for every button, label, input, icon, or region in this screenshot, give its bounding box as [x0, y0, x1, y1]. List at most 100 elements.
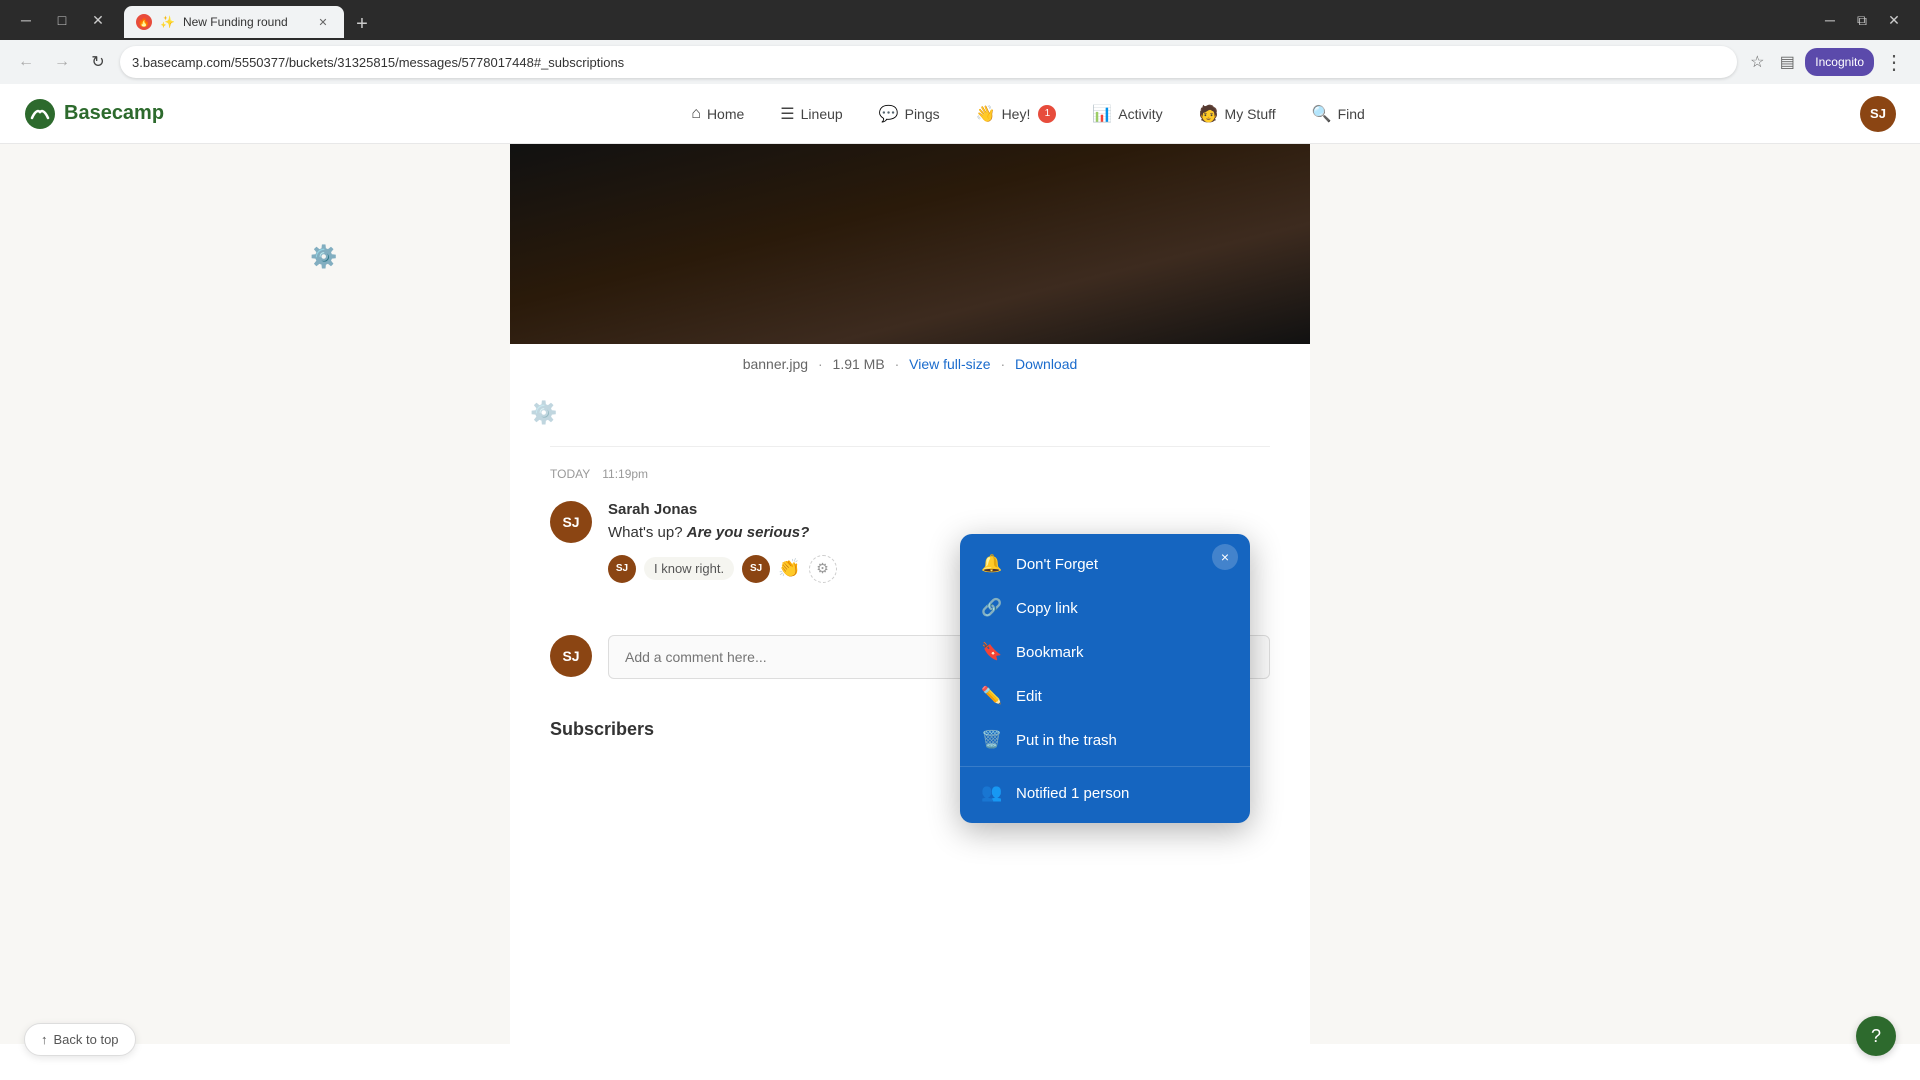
edit-icon: ✏️: [980, 686, 1004, 706]
add-reaction-button[interactable]: ⚙: [809, 555, 837, 583]
browser-chrome: ─ □ ✕ 🔥 ✨ New Funding round ✕ + ─ ⧉ ✕ ← …: [0, 0, 1920, 84]
help-button[interactable]: ?: [1856, 1016, 1896, 1056]
nav-lineup[interactable]: ☰ Lineup: [764, 96, 858, 132]
tab-bar: 🔥 ✨ New Funding round ✕ +: [120, 2, 1808, 38]
maximize-button[interactable]: □: [48, 6, 76, 34]
active-tab[interactable]: 🔥 ✨ New Funding round ✕: [124, 6, 344, 38]
context-menu-notified-label: Notified 1 person: [1016, 785, 1129, 802]
forward-button[interactable]: →: [48, 48, 76, 76]
more-options-button[interactable]: ⋮: [1880, 48, 1908, 76]
banner-image: ⚙️: [510, 144, 1310, 344]
file-info: banner.jpg · 1.91 MB · View full-size · …: [510, 344, 1310, 396]
trash-icon: 🗑️: [980, 730, 1004, 750]
nav-find-label: Find: [1338, 106, 1365, 122]
window-close-button[interactable]: ✕: [1880, 6, 1908, 34]
nav-links: ⌂ Home ☰ Lineup 💬 Pings 👋 Hey! 1 📊 Activ…: [196, 96, 1860, 132]
context-menu-dont-forget[interactable]: 🔔 Don't Forget: [960, 542, 1250, 586]
comment-text-italic: Are you serious?: [687, 524, 810, 541]
bookmark-icon: 🔖: [980, 642, 1004, 662]
context-menu-trash[interactable]: 🗑️ Put in the trash: [960, 718, 1250, 762]
reaction-emoji: 👏: [778, 558, 800, 579]
app-container: Basecamp ⌂ Home ☰ Lineup 💬 Pings 👋 Hey! …: [0, 84, 1920, 1044]
minimize-button[interactable]: ─: [12, 6, 40, 34]
sidebar-toggle-button[interactable]: ▤: [1775, 50, 1799, 74]
hey-badge: 1: [1038, 105, 1056, 123]
context-menu-close-button[interactable]: ×: [1212, 544, 1238, 570]
banner-filename: banner.jpg: [743, 356, 808, 372]
back-to-top-label: Back to top: [54, 1032, 119, 1047]
new-tab-button[interactable]: +: [348, 10, 376, 38]
reaction-bubble: I know right.: [644, 557, 734, 580]
app-nav: Basecamp ⌂ Home ☰ Lineup 💬 Pings 👋 Hey! …: [0, 84, 1920, 144]
find-icon: 🔍: [1312, 104, 1332, 124]
nav-activity[interactable]: 📊 Activity: [1076, 96, 1178, 132]
nav-lineup-label: Lineup: [801, 106, 843, 122]
dot-2: ·: [895, 356, 900, 372]
tab-title: New Funding round: [183, 15, 306, 29]
pings-icon: 💬: [879, 104, 899, 124]
tab-close-button[interactable]: ✕: [314, 13, 332, 31]
reaction-text: I know right.: [654, 561, 724, 576]
window-restore-button[interactable]: ⧉: [1848, 6, 1876, 34]
emoji-decoration: ⚙️: [210, 144, 510, 270]
activity-icon: 📊: [1092, 104, 1112, 124]
context-menu-notified[interactable]: 👥 Notified 1 person: [960, 771, 1250, 815]
context-menu-trash-label: Put in the trash: [1016, 732, 1117, 749]
nav-home[interactable]: ⌂ Home: [675, 97, 760, 131]
refresh-button[interactable]: ↻: [84, 48, 112, 76]
page-layout: ⚙️ ⚙️ banner.jpg · 1.91 MB · View full-s…: [0, 144, 1920, 1044]
tab-favicon: 🔥: [136, 14, 152, 30]
back-to-top-button[interactable]: ↑ Back to top: [24, 1023, 136, 1056]
context-menu-edit[interactable]: ✏️ Edit: [960, 674, 1250, 718]
profile-button[interactable]: Incognito: [1805, 48, 1874, 76]
notified-icon: 👥: [980, 783, 1004, 803]
copy-link-icon: 🔗: [980, 598, 1004, 618]
home-icon: ⌂: [691, 105, 701, 123]
lineup-icon: ☰: [780, 104, 794, 124]
comment-text-before: What's up?: [608, 524, 687, 541]
view-full-size-link[interactable]: View full-size: [909, 356, 990, 372]
window-controls: ─ ⧉ ✕: [1816, 6, 1908, 34]
hey-icon: 👋: [976, 104, 996, 124]
nav-pings-label: Pings: [905, 106, 940, 122]
comment-author: Sarah Jonas: [608, 501, 1270, 518]
address-input[interactable]: [120, 46, 1737, 78]
context-menu-copy-link-label: Copy link: [1016, 600, 1078, 617]
date-divider: TODAY 11:19pm: [550, 467, 1270, 481]
download-link[interactable]: Download: [1015, 356, 1077, 372]
context-menu-bookmark[interactable]: 🔖 Bookmark: [960, 630, 1250, 674]
dont-forget-icon: 🔔: [980, 554, 1004, 574]
address-bar-actions: ☆ ▤ Incognito ⋮: [1745, 48, 1908, 76]
context-menu-copy-link[interactable]: 🔗 Copy link: [960, 586, 1250, 630]
nav-find[interactable]: 🔍 Find: [1296, 96, 1381, 132]
time-label: 11:19pm: [602, 467, 648, 481]
mystuff-icon: 🧑: [1199, 104, 1219, 124]
close-window-button[interactable]: ✕: [84, 6, 112, 34]
nav-mystuff-label: My Stuff: [1225, 106, 1276, 122]
nav-hey[interactable]: 👋 Hey! 1: [960, 96, 1073, 132]
content-area: ⚙️ banner.jpg · 1.91 MB · View full-size…: [510, 144, 1310, 1044]
basecamp-logo-icon: [24, 98, 56, 130]
address-bar-row: ← → ↻ ☆ ▤ Incognito ⋮: [0, 40, 1920, 84]
banner-photo: [510, 144, 1310, 344]
tab-spark-icon: ✨: [160, 15, 175, 29]
reaction-avatar: SJ: [608, 555, 636, 583]
back-button[interactable]: ←: [12, 48, 40, 76]
dot-1: ·: [818, 356, 823, 372]
comment-avatar: SJ: [550, 501, 592, 543]
nav-activity-label: Activity: [1118, 106, 1162, 122]
context-menu-edit-label: Edit: [1016, 688, 1042, 705]
nav-pings[interactable]: 💬 Pings: [863, 96, 956, 132]
nav-mystuff[interactable]: 🧑 My Stuff: [1183, 96, 1292, 132]
nav-hey-label: Hey!: [1002, 106, 1031, 122]
browser-controls: ─ □ ✕: [12, 6, 112, 34]
nav-home-label: Home: [707, 106, 744, 122]
left-spacer: ⚙️: [210, 144, 510, 1044]
bookmark-star-button[interactable]: ☆: [1745, 50, 1769, 74]
logo-text: Basecamp: [64, 102, 164, 125]
reaction-avatar-2: SJ: [742, 555, 770, 583]
user-avatar-nav[interactable]: SJ: [1860, 96, 1896, 132]
logo-area: Basecamp: [24, 98, 164, 130]
gear-float: ⚙️: [510, 400, 1310, 426]
window-minimize-button[interactable]: ─: [1816, 6, 1844, 34]
